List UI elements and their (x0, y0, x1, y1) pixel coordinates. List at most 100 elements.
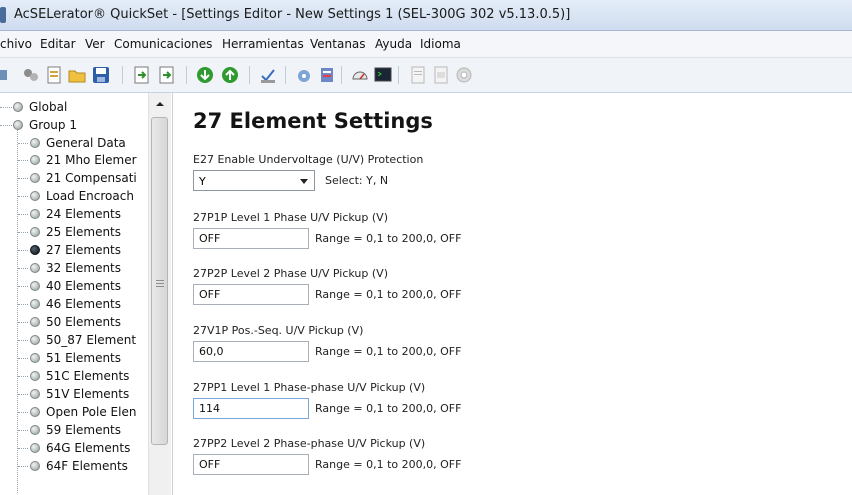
gear-icon[interactable] (455, 66, 473, 84)
event-icon[interactable] (432, 66, 450, 84)
open-icon[interactable] (0, 66, 8, 84)
menu-ver[interactable]: Ver (85, 37, 105, 51)
scrollbar-thumb[interactable] (151, 117, 168, 445)
tree-item-open-pole[interactable]: Open Pole Elen (0, 404, 148, 421)
read-icon[interactable] (196, 66, 214, 84)
send-icon[interactable] (221, 66, 239, 84)
tree-item-21-compensator[interactable]: 21 Compensati (0, 170, 148, 187)
27p2p-input[interactable] (193, 284, 309, 305)
tree-node-icon (30, 407, 40, 417)
tree-node-icon (30, 389, 40, 399)
27pp2-input[interactable] (193, 454, 309, 475)
menu-comunicaciones[interactable]: Comunicaciones (114, 37, 212, 51)
tree-item-24-elements[interactable]: 24 Elements (0, 206, 148, 223)
27p1p-input[interactable] (193, 228, 309, 249)
tree-node-icon (13, 120, 23, 130)
tree-item-general-data[interactable]: General Data (0, 135, 148, 152)
toolbar-separator (186, 66, 187, 84)
menu-editar[interactable]: Editar (40, 37, 76, 51)
tree-item-32-elements[interactable]: 32 Elements (0, 260, 148, 277)
tree-node-icon (30, 371, 40, 381)
tree-item-64g-elements[interactable]: 64G Elements (0, 440, 148, 457)
tree-connector (0, 125, 12, 126)
tree-item-50-elements[interactable]: 50 Elements (0, 314, 148, 331)
tree-item-label: Global (29, 100, 68, 114)
tree-item-59-elements[interactable]: 59 Elements (0, 422, 148, 439)
menu-ayuda[interactable]: Ayuda (375, 37, 412, 51)
tree-item-46-elements[interactable]: 46 Elements (0, 296, 148, 313)
window-title: AcSELerator® QuickSet - [Settings Editor… (14, 7, 571, 22)
tree-item-21-mho[interactable]: 21 Mho Elemer (0, 152, 148, 169)
new-icon[interactable] (45, 66, 63, 84)
27v1p-input[interactable] (193, 341, 309, 362)
app-icon (0, 7, 6, 23)
save-icon[interactable] (92, 66, 110, 84)
toolbar-separator (285, 66, 286, 84)
tree-item-label: 50_87 Element (46, 333, 137, 347)
tree-item-27-elements[interactable]: 27 Elements (0, 242, 148, 259)
e27-label: E27 Enable Undervoltage (U/V) Protection (193, 153, 424, 166)
settings-wizard-icon[interactable] (295, 66, 313, 84)
menu-ventanas[interactable]: Ventanas (310, 37, 366, 51)
spell-check-icon[interactable] (259, 66, 277, 84)
terminal-icon[interactable] (374, 66, 392, 84)
tree-item-label: 51 Elements (46, 351, 122, 365)
tree-item-label: 46 Elements (46, 297, 122, 311)
tree-item-50-87-elements[interactable]: 50_87 Element (0, 332, 148, 349)
e27-select[interactable]: Y (193, 170, 315, 191)
menu-bar: chivo Editar Ver Comunicaciones Herramie… (0, 31, 852, 58)
tree-item-25-elements[interactable]: 25 Elements (0, 224, 148, 241)
scroll-up-arrow-icon[interactable] (153, 97, 167, 111)
e27-selected-value: Y (199, 175, 206, 188)
tree-item-label: 27 Elements (46, 243, 122, 257)
tree-item-40-elements[interactable]: 40 Elements (0, 278, 148, 295)
tree-node-icon (30, 209, 40, 219)
tree-item-label: Load Encroach (46, 189, 134, 203)
tree-node-icon (30, 191, 40, 201)
title-bar: AcSELerator® QuickSet - [Settings Editor… (0, 0, 852, 31)
driver-icon[interactable] (318, 66, 336, 84)
tree-item-label: Open Pole Elen (46, 405, 137, 419)
27p1p-range: Range = 0,1 to 200,0, OFF (315, 232, 462, 245)
tree-node-icon (30, 173, 40, 183)
folder-icon[interactable] (68, 66, 86, 84)
report-icon[interactable] (409, 66, 427, 84)
menu-idioma[interactable]: Idioma (420, 37, 461, 51)
tree-item-label: 32 Elements (46, 261, 122, 275)
meter-icon[interactable] (351, 66, 369, 84)
27pp1-range: Range = 0,1 to 200,0, OFF (315, 402, 462, 415)
tree-item-load-encroachment[interactable]: Load Encroach (0, 188, 148, 205)
tree-node-icon (30, 155, 40, 165)
tree-node-icon (30, 281, 40, 291)
tree-item-label: 59 Elements (46, 423, 122, 437)
tree-item-label: 21 Mho Elemer (46, 153, 137, 167)
connect-icon[interactable] (22, 66, 40, 84)
toolbar (0, 58, 852, 93)
toolbar-separator (249, 66, 250, 84)
tree-item-51c-elements[interactable]: 51C Elements (0, 368, 148, 385)
tree-node-icon (30, 299, 40, 309)
tree-item-label: 21 Compensati (46, 171, 137, 185)
export-icon[interactable] (133, 66, 151, 84)
tree-node-icon (30, 335, 40, 345)
tree-node-icon (30, 461, 40, 471)
27pp1-input[interactable] (193, 398, 309, 419)
menu-archivo[interactable]: chivo (0, 37, 32, 51)
tree-item-64f-elements[interactable]: 64F Elements (0, 458, 148, 475)
tree-item-label: 50 Elements (46, 315, 122, 329)
27p2p-label: 27P2P Level 2 Phase U/V Pickup (V) (193, 267, 388, 280)
scroll-grip (156, 286, 164, 287)
tree-item-label: 25 Elements (46, 225, 122, 239)
tree-node-icon (30, 138, 40, 148)
27v1p-label: 27V1P Pos.-Seq. U/V Pickup (V) (193, 324, 364, 337)
import-icon[interactable] (158, 66, 176, 84)
tree-item-51-elements[interactable]: 51 Elements (0, 350, 148, 367)
menu-herramientas[interactable]: Herramientas (222, 37, 304, 51)
tree-scrollbar[interactable] (148, 93, 171, 495)
tree-item-51v-elements[interactable]: 51V Elements (0, 386, 148, 403)
settings-editor-panel: 27 Element Settings E27 Enable Undervolt… (173, 93, 852, 495)
tree-node-icon (30, 425, 40, 435)
toolbar-separator (341, 66, 342, 84)
tree-item-label: 64F Elements (46, 459, 128, 473)
tree-connector (0, 107, 12, 108)
